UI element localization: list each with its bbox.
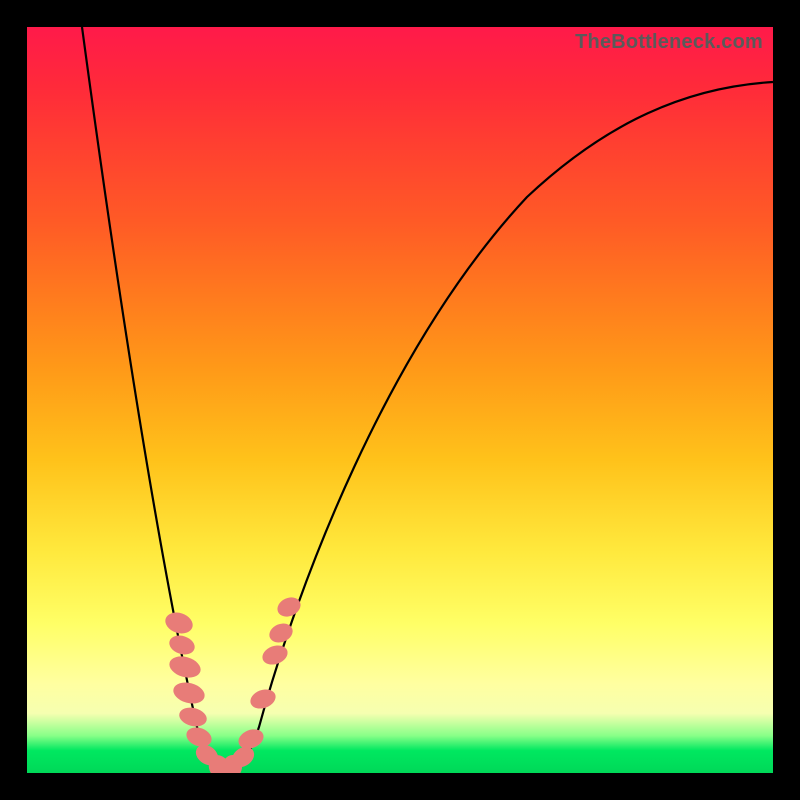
chart-svg [27, 27, 773, 773]
bead-marker [163, 609, 196, 637]
bead-marker [184, 724, 215, 750]
bead-marker [167, 653, 203, 681]
bead-marker [236, 726, 267, 752]
bead-marker [171, 679, 207, 707]
bead-marker [177, 705, 209, 729]
plot-area: TheBottleneck.com [27, 27, 773, 773]
beads-left-group [163, 609, 233, 773]
chart-frame: TheBottleneck.com [0, 0, 800, 800]
right-curve [232, 82, 773, 769]
bead-marker [260, 642, 291, 668]
bead-marker [248, 686, 279, 712]
left-curve [82, 27, 222, 769]
bead-marker [167, 632, 197, 657]
